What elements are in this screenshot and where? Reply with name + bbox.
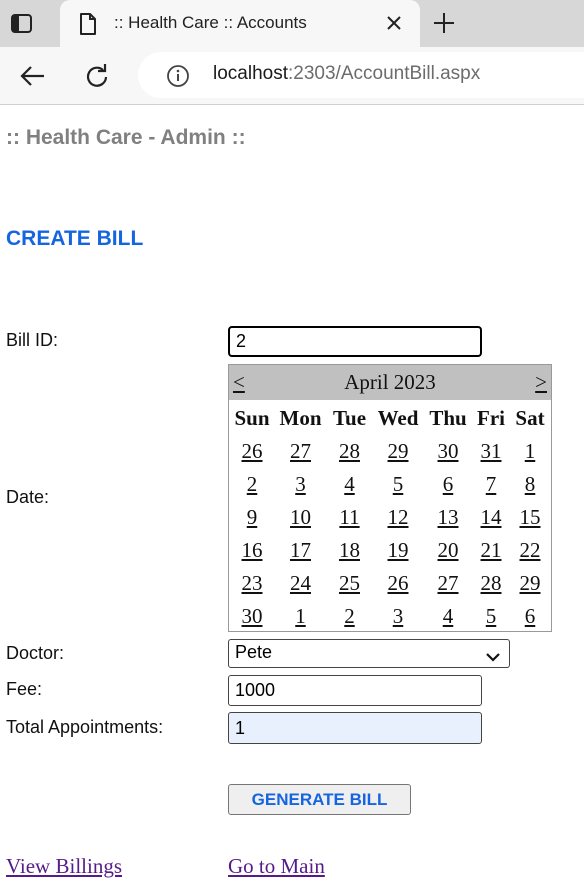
browser-toolbar: localhost:2303/AccountBill.aspx [0, 47, 584, 105]
weekday-header: Mon [279, 406, 322, 430]
view-billings-link[interactable]: View Billings [6, 854, 122, 879]
calendar-day[interactable]: 17 [275, 534, 326, 567]
calendar-day[interactable]: 12 [373, 501, 423, 534]
calendar-day[interactable]: 9 [229, 501, 275, 534]
calendar-day[interactable]: 26 [373, 567, 423, 600]
calendar-next-link[interactable]: > [535, 370, 547, 395]
calendar-day[interactable]: 18 [326, 534, 373, 567]
chevron-down-icon [485, 647, 501, 668]
tab-actions-icon[interactable] [10, 13, 34, 35]
calendar-day[interactable]: 2 [229, 468, 275, 501]
calendar-day[interactable]: 26 [229, 435, 275, 468]
tab-strip: :: Health Care :: Accounts [0, 0, 584, 47]
weekday-header: Tue [332, 406, 367, 430]
doctor-selected-value: Pete [235, 642, 273, 662]
calendar-day[interactable]: 30 [229, 600, 275, 633]
url-text[interactable]: localhost:2303/AccountBill.aspx [213, 63, 480, 85]
calendar-day[interactable]: 10 [275, 501, 326, 534]
calendar-day[interactable]: 3 [373, 600, 423, 633]
browser-tab[interactable]: :: Health Care :: Accounts [60, 0, 420, 47]
calendar-day[interactable]: 24 [275, 567, 326, 600]
calendar-month: April 2023 [344, 370, 436, 394]
calendar-day[interactable]: 6 [509, 600, 551, 633]
calendar-day[interactable]: 30 [423, 435, 473, 468]
calendar-day[interactable]: 16 [229, 534, 275, 567]
calendar-prev-link[interactable]: < [233, 370, 245, 395]
calendar-day[interactable]: 28 [473, 567, 509, 600]
calendar-day[interactable]: 8 [509, 468, 551, 501]
calendar-day[interactable]: 20 [423, 534, 473, 567]
url-host: localhost [213, 63, 288, 84]
bill-id-input[interactable] [228, 326, 482, 357]
generate-bill-button[interactable]: GENERATE BILL [228, 784, 411, 815]
admin-title: :: Health Care - Admin :: [6, 126, 246, 149]
calendar-day[interactable]: 6 [423, 468, 473, 501]
calendar-day[interactable]: 31 [473, 435, 509, 468]
calendar-day[interactable]: 1 [509, 435, 551, 468]
fee-label: Fee: [6, 679, 43, 699]
calendar-day[interactable]: 22 [509, 534, 551, 567]
calendar-day[interactable]: 27 [423, 567, 473, 600]
new-tab-icon[interactable] [432, 11, 456, 40]
page-icon [78, 12, 98, 41]
fee-input[interactable] [228, 675, 482, 706]
calendar-day[interactable]: 29 [509, 567, 551, 600]
address-bar[interactable]: localhost:2303/AccountBill.aspx [138, 52, 584, 98]
calendar-day[interactable]: 14 [473, 501, 509, 534]
back-arrow-icon[interactable] [18, 64, 46, 93]
info-icon[interactable] [166, 64, 190, 93]
doctor-select[interactable]: Pete [228, 639, 510, 668]
calendar-day[interactable]: 21 [473, 534, 509, 567]
page-title: CREATE BILL [6, 227, 144, 250]
close-icon[interactable] [385, 14, 403, 37]
calendar-day[interactable]: 25 [326, 567, 373, 600]
calendar-day[interactable]: 29 [373, 435, 423, 468]
weekday-header: Thu [429, 406, 467, 430]
calendar-day[interactable]: 11 [326, 501, 373, 534]
go-to-main-link[interactable]: Go to Main [228, 854, 325, 879]
calendar-day[interactable]: 28 [326, 435, 373, 468]
calendar-day[interactable]: 19 [373, 534, 423, 567]
weekday-header: Fri [477, 406, 505, 430]
calendar-day[interactable]: 15 [509, 501, 551, 534]
doctor-label: Doctor: [6, 643, 65, 663]
calendar-day[interactable]: 7 [473, 468, 509, 501]
reload-icon[interactable] [84, 62, 110, 95]
bill-id-label: Bill ID: [6, 330, 59, 350]
calendar-day[interactable]: 5 [373, 468, 423, 501]
weekday-header: Sun [234, 406, 270, 430]
weekday-header: Sat [515, 406, 545, 430]
date-label: Date: [6, 487, 50, 507]
total-appointments-label: Total Appointments: [6, 717, 164, 737]
date-calendar: April 2023 < > Sun Mon Tue Wed Thu Fri S… [228, 364, 552, 632]
calendar-day[interactable]: 5 [473, 600, 509, 633]
calendar-header: April 2023 < > [229, 365, 551, 400]
calendar-grid: Sun Mon Tue Wed Thu Fri Sat 26 27 28 29 30 31… [229, 402, 551, 633]
calendar-day[interactable]: 1 [275, 600, 326, 633]
tab-title: :: Health Care :: Accounts [114, 13, 307, 32]
calendar-day[interactable]: 4 [326, 468, 373, 501]
calendar-day[interactable]: 4 [423, 600, 473, 633]
total-appointments-input[interactable] [228, 712, 482, 744]
calendar-day[interactable]: 27 [275, 435, 326, 468]
calendar-day[interactable]: 3 [275, 468, 326, 501]
weekday-header: Wed [377, 406, 419, 430]
url-path: :2303/AccountBill.aspx [288, 63, 481, 84]
calendar-day[interactable]: 2 [326, 600, 373, 633]
calendar-day[interactable]: 23 [229, 567, 275, 600]
calendar-day[interactable]: 13 [423, 501, 473, 534]
